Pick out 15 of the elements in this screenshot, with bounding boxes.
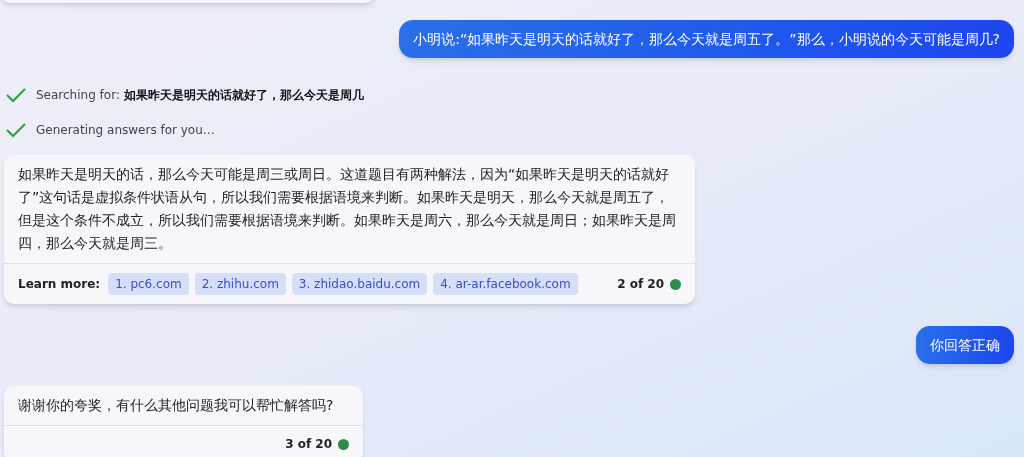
status-text: Generating answers for you… xyxy=(36,122,215,139)
turn-counter: 2 of 20 xyxy=(617,276,664,293)
checkmark-icon xyxy=(6,87,26,103)
checkmark-icon xyxy=(6,122,26,138)
user-message: 你回答正确 xyxy=(916,326,1014,364)
source-link[interactable]: 4. ar-ar.facebook.com xyxy=(433,273,578,295)
source-link[interactable]: 1. pc6.com xyxy=(108,273,189,295)
learn-more-label: Learn more: xyxy=(18,276,101,293)
turn-counter: 3 of 20 xyxy=(285,436,332,453)
user-message: 小明说:“如果昨天是明天的话就好了，那么今天就是周五了。”那么，小明说的今天可能是周几? xyxy=(399,20,1014,58)
answer-text: 谢谢你的夸奖，有什么其他问题我可以帮忙解答吗? xyxy=(17,396,335,415)
source-link[interactable]: 2. zhihu.com xyxy=(194,273,286,295)
answer-text: 如果昨天是明天的话，那么今天可能是周三或周日。这道题目有两种解法，因为“如果昨天是明天的话就好了”这句话是虚拟条件状语从句，所以我们需要根据语境来判断。如果昨天是明天，那么今天就是周五了，但是这个条件不成立，所以我们需要根据语境来判断。如果昨天是周六，那么今天就是周日；如果昨天是周四，那么今天就是周三。 xyxy=(17,165,677,253)
source-link[interactable]: 3. zhidao.baidu.com xyxy=(291,273,428,295)
status-text: Searching for: 如果昨天是明天的话就好了，那么今天是周几 xyxy=(36,87,364,104)
